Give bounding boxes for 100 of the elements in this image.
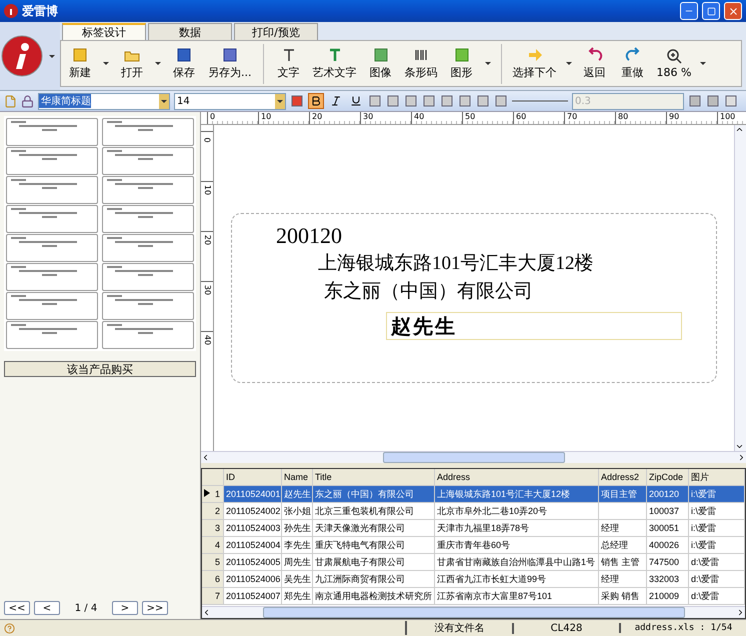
caret-icon[interactable] [275,94,285,108]
caret-icon[interactable] [484,62,490,65]
lock-icon[interactable] [21,94,34,108]
app-menu-icon[interactable] [1,35,43,77]
label-thumbnail-drawing[interactable] [102,321,194,349]
label-thumbnail-drawing[interactable] [6,205,98,233]
text-color-icon[interactable] [290,94,304,108]
row-header[interactable]: 2 [202,503,224,520]
caret-icon[interactable] [700,62,706,65]
label-thumbnail-drawing[interactable] [6,234,98,262]
scroll-down-icon[interactable] [735,442,744,451]
help-icon[interactable] [4,622,15,634]
column-header[interactable]: 图片 [689,469,745,486]
table-cell: 经理 [599,520,647,537]
label-thumbnail-drawing[interactable] [6,147,98,175]
ribbon-button[interactable]: 186 % [652,46,696,81]
page-icon[interactable] [4,94,17,108]
table-cell: 天津市九福里18弄78号 [435,520,599,537]
column-header[interactable]: Name [282,469,313,486]
ribbon-button[interactable]: 选择下个 [508,45,562,82]
address-text[interactable]: 上海银城东路101号汇丰大厦12楼 [318,252,594,276]
scroll-right-icon[interactable] [737,453,746,462]
column-header[interactable]: ZipCode [647,469,689,486]
window-title: 爱雷博 [22,2,59,20]
previous-page-button[interactable]: < [34,601,60,615]
ribbon-button[interactable]: 重做 [614,45,652,82]
label-thumbnail-drawing[interactable] [6,292,98,320]
row-header[interactable]: 7 [202,588,224,605]
maximize-button[interactable] [702,2,720,20]
next-page-button[interactable]: > [112,601,138,615]
ruler-label: 20 [202,234,212,246]
line-style-icon[interactable] [512,98,568,104]
first-page-button[interactable]: << [4,601,30,615]
label-thumbnail-drawing[interactable] [102,292,194,320]
row-header[interactable]: 5 [202,554,224,571]
scrollbar-thumb[interactable] [262,607,684,618]
zip-code-text[interactable]: 200120 [276,224,342,248]
row-header[interactable]: 6 [202,571,224,588]
minimize-button[interactable] [680,2,698,20]
ruler-label: 80 [615,112,666,124]
ribbon-tab[interactable]: 数据 [148,23,232,40]
app-logo-icon [4,4,18,18]
table-cell: 332003 [647,571,689,588]
column-header[interactable]: ID [224,469,282,486]
ribbon-button[interactable]: 文字 [270,45,308,82]
scroll-left-icon[interactable] [202,608,211,617]
font-size-field[interactable]: 14 [174,92,286,110]
scroll-left-icon[interactable] [201,453,210,462]
ribbon-button[interactable]: 条形码 [400,45,442,82]
ribbon-button[interactable]: 图像 [362,45,400,82]
scrollbar[interactable] [734,125,746,451]
underline-icon [350,95,362,107]
table-cell: 北京市阜外北二巷10弄20号 [435,503,599,520]
table-cell: 上海银城东路101号汇丰大厦12楼 [435,486,599,503]
table-cell: d:\爱雷 [689,571,745,588]
scrollbar[interactable] [202,606,745,618]
scrollbar-thumb[interactable] [382,452,564,463]
table-cell: d:\爱雷 [689,588,745,605]
ribbon-button[interactable]: 打开 [113,45,151,82]
ribbon-button[interactable]: 图形 [442,45,480,82]
font-field[interactable]: 华康简标题 [38,92,170,110]
ruler-label: 100 [717,112,746,124]
name-text-box[interactable]: 赵先生 [386,312,682,340]
label-thumbnail-drawing[interactable] [6,118,98,146]
scroll-up-icon[interactable] [735,125,744,134]
label-thumbnail-drawing[interactable] [6,176,98,204]
label-thumbnail-drawing[interactable] [102,147,194,175]
name-text: 赵先生 [391,314,457,340]
ribbon-button[interactable]: 艺术文字 [308,45,362,82]
label-thumbnail-drawing[interactable] [102,263,194,291]
caret-icon[interactable] [155,62,161,65]
column-header[interactable]: Address [435,469,599,486]
label-thumbnail-drawing[interactable] [102,118,194,146]
ribbon-tab[interactable]: 打印/预览 [234,23,318,40]
ribbon-button[interactable]: 新建 [61,45,99,82]
bold-button[interactable] [308,93,324,109]
ribbon-button[interactable]: 另存为... [203,45,256,82]
label-thumbnail-drawing[interactable] [102,205,194,233]
column-header[interactable]: Address2 [599,469,647,486]
caret-icon[interactable] [49,54,55,58]
caret-icon[interactable] [159,94,169,108]
company-text[interactable]: 东之丽（中国）有限公司 [324,280,533,304]
row-header[interactable]: 1 [202,486,224,503]
label-thumbnail-drawing[interactable] [102,234,194,262]
row-header[interactable]: 4 [202,537,224,554]
ribbon-tab[interactable]: 标签设计 [62,23,146,40]
scroll-right-icon[interactable] [736,608,745,617]
row-header[interactable]: 3 [202,520,224,537]
column-header[interactable]: Title [313,469,435,486]
caret-icon[interactable] [103,62,109,65]
ribbon-button[interactable]: 保存 [165,45,203,82]
last-page-button[interactable]: >> [142,601,168,615]
scrollbar[interactable] [201,451,746,463]
caret-icon[interactable] [566,62,572,65]
label-thumbnail-drawing[interactable] [6,263,98,291]
buy-button[interactable]: 该当产品购买 [4,361,196,377]
close-button[interactable] [724,2,742,20]
ribbon-button[interactable]: 返回 [576,45,614,82]
label-thumbnail-drawing[interactable] [102,176,194,204]
label-thumbnail-drawing[interactable] [6,321,98,349]
